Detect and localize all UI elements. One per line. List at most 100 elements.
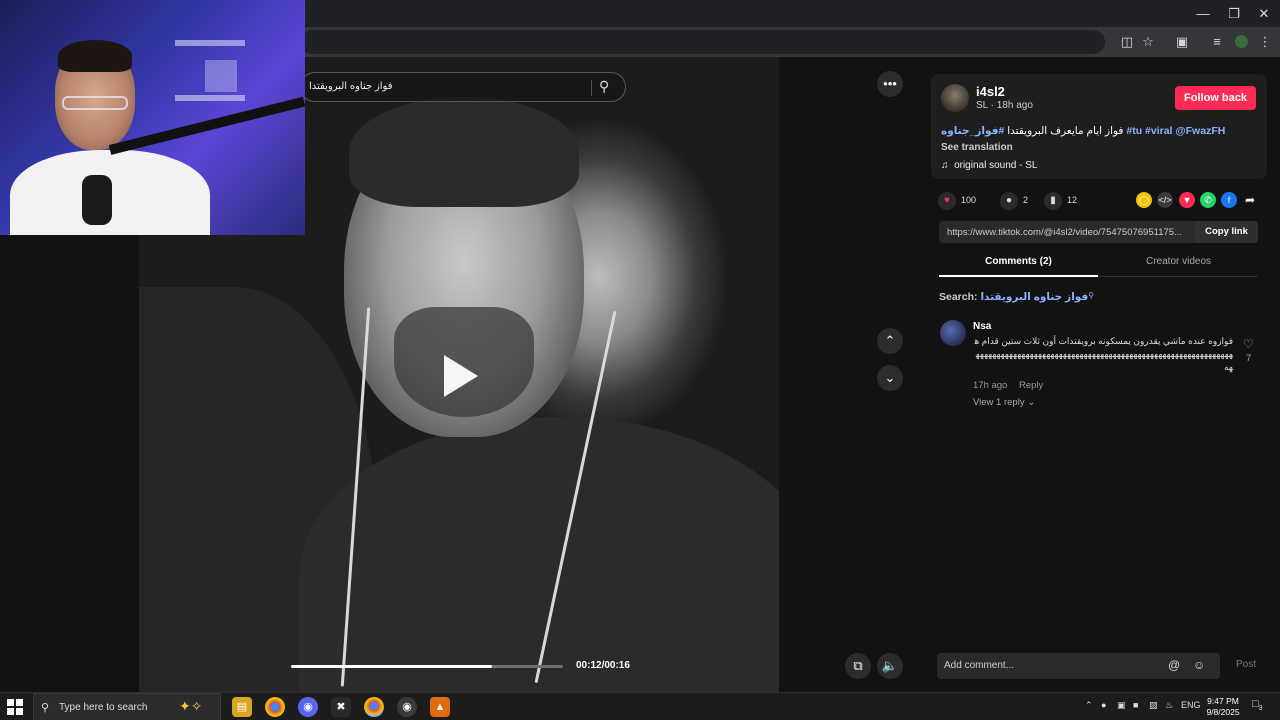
- emoji-icon[interactable]: ☺: [1193, 658, 1205, 672]
- comment-bubble-icon: ●: [1000, 191, 1018, 210]
- add-comment-input[interactable]: Add comment...: [944, 660, 1014, 671]
- more-options-icon[interactable]: •••: [877, 71, 903, 97]
- chevron-down-icon: ⌄: [1027, 397, 1036, 408]
- microphone-icon[interactable]: ●: [1101, 700, 1106, 710]
- post-button[interactable]: Post: [1236, 659, 1256, 670]
- search-input[interactable]: فواز جناوه البرويقتدا: [309, 81, 393, 92]
- share-arrow-icon[interactable]: ➦: [1242, 192, 1258, 208]
- comment-text: فوازوه عنده ماشي يقدرون يمسكونه برويقتدا…: [974, 336, 1233, 372]
- previous-video-icon[interactable]: ⌃: [877, 328, 903, 354]
- webcam-frame: [205, 60, 237, 92]
- whatsapp-icon[interactable]: ✆: [1200, 192, 1216, 208]
- author-avatar[interactable]: [941, 84, 969, 112]
- taskbar-search-input[interactable]: Type here to search: [59, 702, 147, 713]
- comment-avatar[interactable]: [940, 320, 966, 346]
- webcam-mic: [82, 175, 112, 225]
- address-bar[interactable]: [300, 30, 1105, 54]
- network-off-icon[interactable]: ▣: [1117, 700, 1126, 711]
- save-stat[interactable]: ▮ 12: [1044, 190, 1077, 210]
- notification-count: 3: [1258, 705, 1263, 713]
- miniplayer-icon[interactable]: ⧉: [845, 653, 871, 679]
- reply-button[interactable]: Reply: [1019, 380, 1043, 391]
- bookmark-star-icon[interactable]: ☆: [1139, 33, 1157, 51]
- play-icon[interactable]: [444, 355, 478, 397]
- volume-icon[interactable]: 🔈: [877, 653, 903, 679]
- xbox-icon[interactable]: ✖: [331, 697, 351, 717]
- next-video-icon[interactable]: ⌄: [877, 365, 903, 391]
- tab-creator-videos[interactable]: Creator videos: [1099, 256, 1258, 267]
- language-indicator[interactable]: ENG: [1181, 700, 1201, 710]
- chrome-active-icon[interactable]: [364, 697, 384, 717]
- webcam-glasses: [62, 96, 128, 110]
- cast-icon[interactable]: ◫: [1118, 33, 1136, 51]
- video-link-box: https://www.tiktok.com/@i4sl2/video/7547…: [939, 221, 1258, 243]
- tray-chevron-icon[interactable]: ⌃: [1085, 700, 1093, 711]
- browser-menu-icon[interactable]: ⋮: [1256, 33, 1274, 51]
- display-icon[interactable]: ■: [1133, 700, 1138, 710]
- webcam-shelf: [175, 95, 245, 101]
- view-replies-button[interactable]: View 1 reply ⌄: [973, 397, 1035, 408]
- video-progress-fill: [291, 665, 493, 668]
- see-translation-link[interactable]: See translation: [941, 142, 1013, 153]
- screen: — ❐ ✕ ◫ ☆ ▣ ≡ ⋮ 00:12/00:16 فواز جناوه ا…: [0, 0, 1280, 720]
- panel-tabs: Comments (2) Creator videos: [939, 253, 1258, 277]
- bookmark-icon: ▮: [1044, 191, 1062, 210]
- search-icon: ⚲: [41, 702, 50, 714]
- author-card: i4sl2 SL · 18h ago Follow back فواز ايام…: [931, 74, 1267, 179]
- file-explorer-icon[interactable]: ▤: [232, 697, 252, 717]
- send-icon[interactable]: ▼: [1179, 192, 1195, 208]
- caption-mention[interactable]: @FwazFH: [1175, 125, 1225, 137]
- caption-tag[interactable]: #فواز_جناوه: [941, 125, 1004, 137]
- search-icon[interactable]: ⚲: [599, 78, 609, 95]
- notification-icon[interactable]: □3: [1252, 698, 1263, 712]
- mention-icon[interactable]: @: [1168, 658, 1180, 672]
- save-count: 12: [1067, 195, 1078, 205]
- minimize-icon[interactable]: —: [1188, 5, 1218, 23]
- embed-icon[interactable]: </>: [1157, 192, 1173, 208]
- profile-icon[interactable]: [1232, 33, 1250, 51]
- wifi-icon[interactable]: ▧: [1149, 700, 1158, 711]
- comment-author[interactable]: Nsa: [973, 321, 991, 332]
- clock-date: 9/8/2025: [1206, 707, 1240, 717]
- coin-icon[interactable]: ◯: [1136, 192, 1152, 208]
- search-icon: ⚲: [1088, 291, 1095, 300]
- speaker-icon[interactable]: ♨: [1165, 700, 1173, 711]
- extensions-icon[interactable]: ▣: [1173, 33, 1191, 51]
- caption-tag[interactable]: #viral: [1145, 125, 1172, 137]
- obs-icon[interactable]: ◉: [397, 697, 417, 717]
- taskbar-search[interactable]: ⚲ Type here to search ✦✧: [33, 693, 221, 720]
- sound-link[interactable]: ♫ original sound - SL: [941, 160, 1037, 171]
- sound-label: original sound - SL: [954, 160, 1038, 171]
- comment-stat[interactable]: ● 2: [1000, 190, 1028, 210]
- like-stat[interactable]: ♥ 100: [938, 190, 976, 210]
- comment-search-query[interactable]: فواز جناوه البرويقتدا: [980, 291, 1088, 303]
- comment-like-icon[interactable]: ♡: [1243, 337, 1254, 351]
- windows-taskbar: ⚲ Type here to search ✦✧ ▤ ◉ ✖ ◉ ▲ ⌃ ● ▣…: [0, 692, 1280, 720]
- caption-tag[interactable]: #tu: [1126, 125, 1142, 137]
- follow-back-button[interactable]: Follow back: [1175, 86, 1256, 110]
- author-username[interactable]: i4sl2: [976, 84, 1005, 99]
- comment-like-count: 7: [1246, 353, 1252, 364]
- app-icon[interactable]: ▲: [430, 697, 450, 717]
- copy-link-button[interactable]: Copy link: [1195, 221, 1258, 243]
- video-link-text[interactable]: https://www.tiktok.com/@i4sl2/video/7547…: [947, 227, 1192, 238]
- tab-comments[interactable]: Comments (2): [939, 256, 1098, 267]
- system-clock[interactable]: 9:47 PM 9/8/2025: [1203, 696, 1243, 718]
- search-divider: [591, 80, 592, 96]
- comment-count: 2: [1023, 195, 1029, 205]
- restore-icon[interactable]: ❐: [1219, 5, 1249, 23]
- webcam-shelf: [175, 40, 245, 46]
- webcam-mic-arm: [108, 96, 305, 155]
- heart-icon: ♥: [938, 191, 956, 210]
- detail-panel: i4sl2 SL · 18h ago Follow back فواز ايام…: [918, 57, 1280, 692]
- chrome-icon[interactable]: [265, 697, 285, 717]
- windows-start-icon[interactable]: [7, 699, 23, 715]
- discord-icon[interactable]: ◉: [298, 697, 318, 717]
- video-progress-bar[interactable]: [291, 665, 563, 668]
- media-controls-icon[interactable]: ≡: [1208, 33, 1226, 51]
- comment-composer[interactable]: Add comment... @ ☺: [937, 653, 1220, 679]
- facebook-icon[interactable]: f: [1221, 192, 1237, 208]
- search-box[interactable]: فواز جناوه البرويقتدا ⚲: [300, 72, 626, 102]
- video-caption: فواز ايام مايعرف البرويقتدا #فواز_جناوه …: [941, 125, 1225, 137]
- close-icon[interactable]: ✕: [1249, 5, 1279, 23]
